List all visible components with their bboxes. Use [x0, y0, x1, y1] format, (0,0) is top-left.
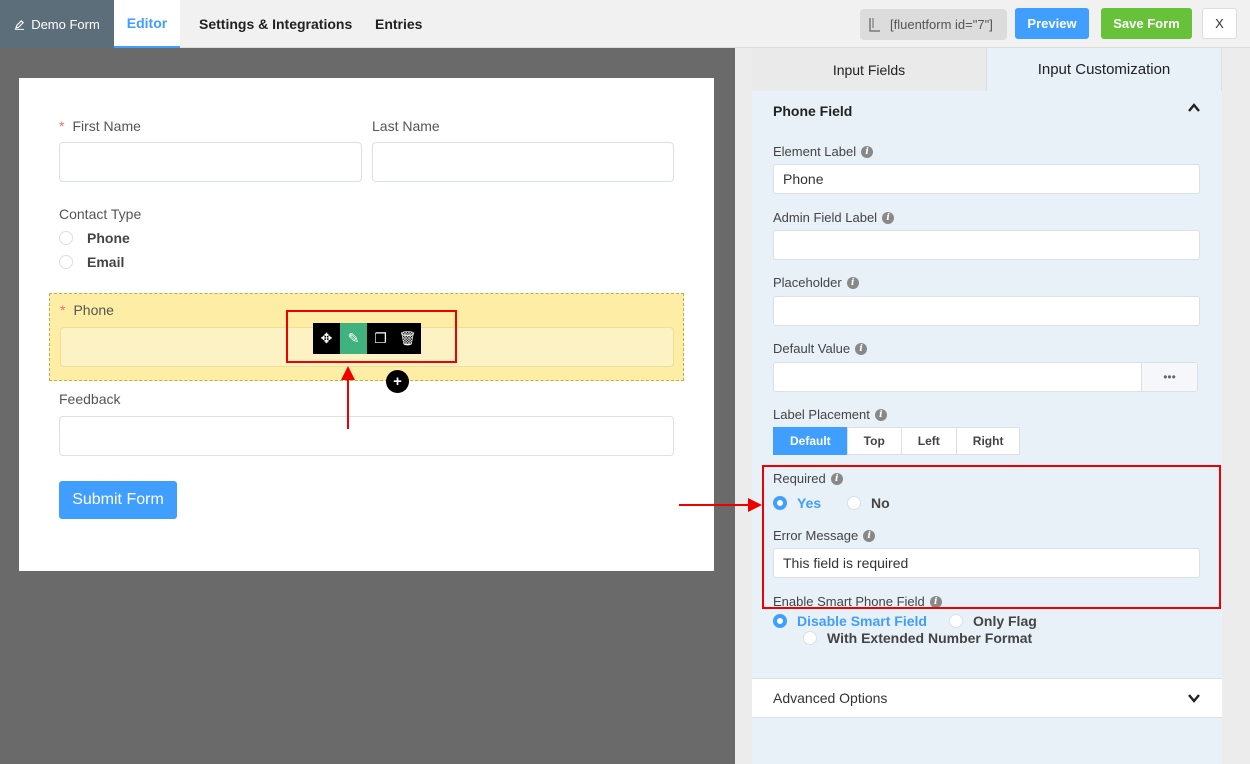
chevron-up-icon [1188, 103, 1200, 112]
pencil-icon [15, 19, 25, 30]
phone-label: * Phone [60, 302, 114, 318]
element-label-label: Element Label i [773, 144, 874, 159]
placement-default[interactable]: Default [773, 427, 848, 455]
placement-left[interactable]: Left [900, 427, 957, 455]
more-options-button[interactable]: ••• [1141, 363, 1197, 391]
copy-icon [869, 17, 880, 32]
last-name-input[interactable] [372, 142, 674, 182]
radio-icon [803, 631, 817, 645]
feedback-input[interactable] [59, 416, 674, 456]
settings-panel: Input Fields Input Customization Phone F… [735, 48, 1250, 764]
smart-extended-format[interactable]: With Extended Number Format [803, 630, 1032, 646]
save-form-button[interactable]: Save Form [1101, 8, 1192, 39]
add-field-icon[interactable]: + [386, 370, 409, 393]
radio-icon [59, 231, 73, 245]
default-value-input[interactable]: ••• [773, 362, 1198, 392]
label-placement-group: Default Top Left Right [773, 427, 1021, 455]
annotation-toolbar-box [286, 310, 457, 363]
preview-button[interactable]: Preview [1015, 8, 1089, 39]
field-settings: Phone Field Element Label i Phone Admin F… [752, 91, 1222, 764]
tab-settings-integrations[interactable]: Settings & Integrations [199, 0, 352, 48]
arrow-right-icon [748, 498, 762, 512]
annotation-arrow-up-line [347, 378, 349, 429]
first-name-label: * First Name [59, 118, 141, 134]
info-icon: i [861, 145, 874, 158]
annotation-arrow-right-line [679, 504, 751, 506]
last-name-label: Last Name [372, 118, 440, 134]
admin-label-input[interactable] [773, 230, 1200, 260]
tab-input-fields[interactable]: Input Fields [752, 48, 987, 91]
annotation-required-box [762, 465, 1221, 609]
contact-option-phone[interactable]: Phone [59, 230, 130, 246]
label-placement-label: Label Placement i [773, 407, 887, 422]
tab-editor[interactable]: Editor [114, 0, 180, 48]
admin-label-label: Admin Field Label i [773, 210, 895, 225]
form-title[interactable]: Demo Form [0, 0, 114, 48]
tab-entries[interactable]: Entries [375, 0, 422, 48]
contact-type-label: Contact Type [59, 206, 142, 222]
placeholder-input[interactable] [773, 296, 1200, 326]
form-canvas: * First Name Last Name Contact Type Phone… [0, 48, 735, 764]
placement-top[interactable]: Top [846, 427, 902, 455]
chevron-down-icon [1188, 694, 1200, 703]
smart-only-flag[interactable]: Only Flag [949, 613, 1037, 629]
advanced-options-header[interactable]: Advanced Options [752, 678, 1222, 718]
arrow-up-icon [341, 366, 355, 380]
info-icon: i [874, 408, 887, 421]
tab-input-customization[interactable]: Input Customization [987, 48, 1222, 91]
info-icon: i [882, 211, 895, 224]
radio-icon [59, 255, 73, 269]
element-label-input[interactable]: Phone [773, 164, 1200, 194]
first-name-input[interactable] [59, 142, 362, 182]
top-bar: Demo Form Editor Settings & Integrations… [0, 0, 1250, 48]
feedback-label: Feedback [59, 391, 121, 407]
placement-right[interactable]: Right [955, 427, 1021, 455]
phone-field-section-header[interactable]: Phone Field [752, 91, 1222, 131]
submit-form-button[interactable]: Submit Form [59, 481, 177, 519]
info-icon: i [846, 276, 859, 289]
radio-checked-icon [773, 614, 787, 628]
close-button[interactable]: X [1202, 8, 1237, 39]
panel-tabs: Input Fields Input Customization [752, 48, 1222, 91]
radio-icon [949, 614, 963, 628]
contact-option-email[interactable]: Email [59, 254, 124, 270]
placeholder-label: Placeholder i [773, 275, 859, 290]
info-icon: i [855, 342, 868, 355]
shortcode-copy[interactable]: [fluentform id="7"] [860, 9, 1007, 40]
smart-disable[interactable]: Disable Smart Field [773, 613, 927, 629]
default-value-label: Default Value i [773, 341, 868, 356]
